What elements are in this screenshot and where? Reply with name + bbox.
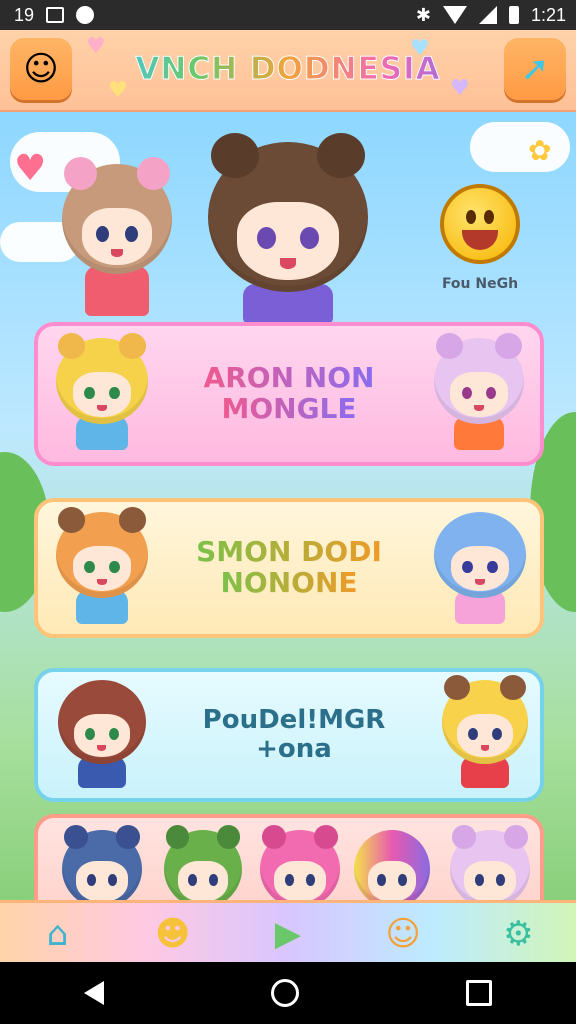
robot-icon: ⚙ [503, 914, 534, 954]
status-bar: 19 ✱ 1:21 [0, 0, 576, 30]
back-icon[interactable] [83, 981, 104, 1005]
cloud-decoration [470, 122, 570, 172]
card-1-title: ARON NON [203, 361, 375, 395]
character-auburn-hair-girl [58, 680, 146, 788]
bluetooth-icon: ✱ [415, 4, 431, 25]
home-circle-icon[interactable] [270, 979, 299, 1007]
pointer-arrow-icon: ➚ [520, 49, 550, 89]
signal-icon [478, 6, 497, 24]
share-button[interactable]: ➚ [504, 38, 566, 100]
status-time: 1:21 [530, 4, 566, 25]
system-nav-bar [0, 962, 576, 1024]
character-green-cat [164, 825, 242, 904]
nav-play-button[interactable]: ▶ [260, 908, 316, 960]
mascot-icon: ☻ [155, 914, 191, 954]
nav-robot-button[interactable]: ⚙ [490, 908, 546, 960]
character-lilac-hair-girl [434, 332, 524, 450]
character-blonde-boy [442, 674, 528, 788]
flower-icon: ✿ [528, 134, 552, 167]
app-header: ☺ ♥ ♥ ♥ ♥ VNCH DODNESIA ➚ [0, 30, 576, 110]
creature-icon: ☺ [385, 914, 421, 954]
character-pink-bear [260, 825, 340, 904]
profile-button[interactable]: ☺ [10, 38, 72, 100]
nav-mascot-button[interactable]: ☻ [145, 908, 201, 960]
game-card-4[interactable] [34, 814, 544, 904]
gallery-icon [46, 7, 65, 23]
card-2-title: SMON DODI [196, 535, 382, 569]
character-brown-hair-girl[interactable] [62, 157, 172, 316]
recents-icon[interactable] [466, 980, 493, 1006]
character-navy-bear [62, 825, 142, 904]
card-3-title: PouDel!MGR +ona [202, 705, 386, 764]
character-orange-bear-girl [56, 506, 148, 624]
smiley-badge[interactable] [440, 184, 520, 264]
wifi-icon [442, 6, 467, 24]
heart-balloon-icon: ♥ [14, 148, 47, 189]
game-card-3[interactable]: PouDel!MGR +ona [34, 668, 544, 802]
smiley-badge-label: Fou NeGh [441, 276, 519, 292]
nav-creature-button[interactable]: ☺ [375, 908, 431, 960]
home-icon: ⌂ [46, 914, 69, 954]
status-left-text: 19 [14, 4, 35, 25]
notification-dot-icon [76, 6, 95, 24]
game-card-1[interactable]: ARON NON MONGLE [34, 322, 544, 466]
game-card-2[interactable]: SMON DODI NONONE [34, 498, 544, 638]
nav-home-button[interactable]: ⌂ [30, 908, 86, 960]
character-rainbow-hair [354, 830, 430, 904]
character-blue-hair-girl [434, 512, 526, 624]
character-bear-ear-boy[interactable] [208, 133, 368, 324]
battery-icon [508, 6, 519, 24]
card-1-subtitle: MONGLE [221, 392, 357, 425]
character-avatar-icon: ☺ [23, 49, 59, 89]
character-lavender-bear [450, 825, 530, 904]
game-bottom-nav: ⌂ ☻ ▶ ☺ ⚙ [0, 900, 576, 965]
card-2-subtitle: NONONE [220, 566, 358, 599]
game-scene: ♥ ✿ Fou NeGh ARON NON MONGLE SMON DODI N… [0, 112, 576, 904]
app-title: VNCH DODNESIA [100, 44, 476, 94]
character-blonde-bear-girl [56, 332, 148, 450]
play-icon: ▶ [274, 914, 302, 954]
